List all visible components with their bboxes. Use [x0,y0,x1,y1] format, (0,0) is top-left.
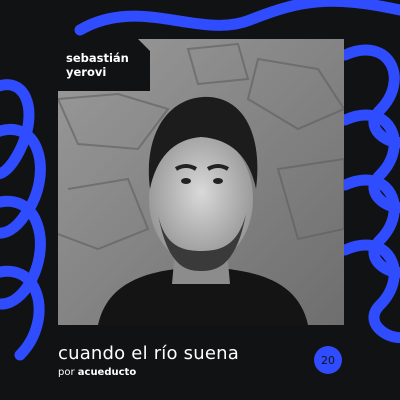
guest-name-line-1: sebastián [66,51,129,65]
byline: por acueducto [58,367,136,378]
byline-prefix: por [58,367,75,378]
episode-number-badge: 20 [314,346,342,374]
byline-brand: acueducto [77,367,137,378]
episode-title: cuando el río suena [58,343,239,364]
guest-name-tag: sebastián yerovi [58,39,150,91]
guest-name: sebastián yerovi [66,51,129,79]
podcast-cover: sebastián yerovi cuando el río suena por… [0,0,400,400]
guest-name-line-2: yerovi [66,65,107,79]
